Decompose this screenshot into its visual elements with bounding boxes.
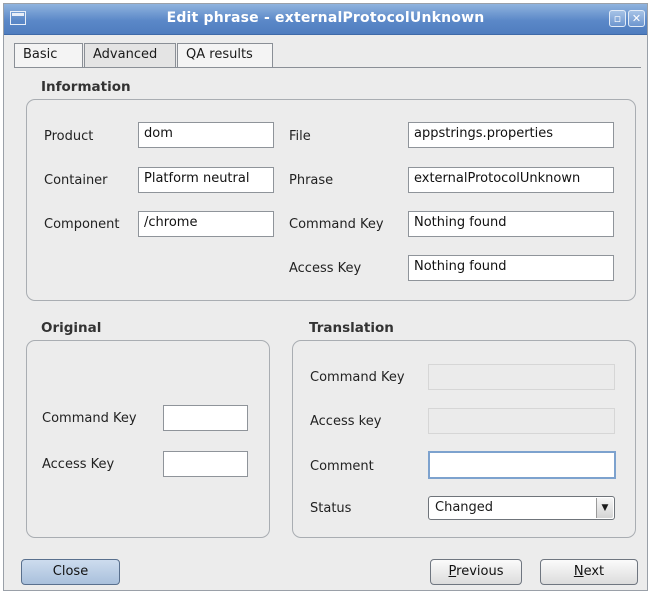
previous-button[interactable]: Previous [430,559,522,585]
tab-basic[interactable]: Basic [14,43,83,67]
translation-command-key-field[interactable] [428,364,615,390]
container-field[interactable]: Platform neutral [138,167,274,193]
window-title: Edit phrase - externalProtocolUnknown [166,10,485,26]
translation-access-key-field[interactable] [428,408,615,434]
close-button-label: Close [52,564,89,579]
container-label: Container [44,173,108,188]
original-access-key-field[interactable] [163,451,248,477]
translation-access-key-label: Access key [310,414,382,429]
translation-title: Translation [309,320,394,336]
title-bar[interactable]: Edit phrase - externalProtocolUnknown ▫ … [4,4,647,35]
translation-command-key-label: Command Key [310,370,405,385]
command-key-label: Command Key [289,217,384,232]
tab-divider [14,67,641,68]
chevron-down-icon[interactable]: ▼ [596,498,613,518]
original-command-key-field[interactable] [163,405,248,431]
edit-phrase-dialog: Edit phrase - externalProtocolUnknown ▫ … [3,3,648,591]
information-title: Information [41,79,131,95]
comment-label: Comment [310,459,374,474]
access-key-field[interactable]: Nothing found [408,255,614,281]
comment-field[interactable] [428,451,616,479]
next-label-rest: ext [583,564,605,579]
tab-qa-results[interactable]: QA results [177,43,273,67]
previous-mnemonic: P [448,564,457,579]
close-button[interactable]: Close [21,559,120,585]
access-key-label: Access Key [289,261,362,276]
file-label: File [289,129,311,144]
close-icon[interactable]: ✕ [628,10,645,27]
phrase-field[interactable]: externalProtocolUnknown [408,167,614,193]
original-access-key-label: Access Key [42,457,115,472]
file-field[interactable]: appstrings.properties [408,122,614,148]
previous-label-rest: revious [456,564,504,579]
status-value: Changed [435,500,494,515]
product-field[interactable]: dom [138,122,274,148]
status-label: Status [310,501,352,516]
original-command-key-label: Command Key [42,411,137,426]
next-mnemonic: N [573,564,584,579]
maximize-icon[interactable]: ▫ [609,10,626,27]
product-label: Product [44,129,94,144]
original-title: Original [41,320,102,336]
next-button[interactable]: Next [540,559,638,585]
component-label: Component [44,217,120,232]
command-key-field[interactable]: Nothing found [408,211,614,237]
phrase-label: Phrase [289,173,334,188]
status-select[interactable]: Changed ▼ [428,496,615,520]
original-groupbox [26,340,270,538]
tab-advanced[interactable]: Advanced [84,43,176,67]
component-field[interactable]: /chrome [138,211,274,237]
